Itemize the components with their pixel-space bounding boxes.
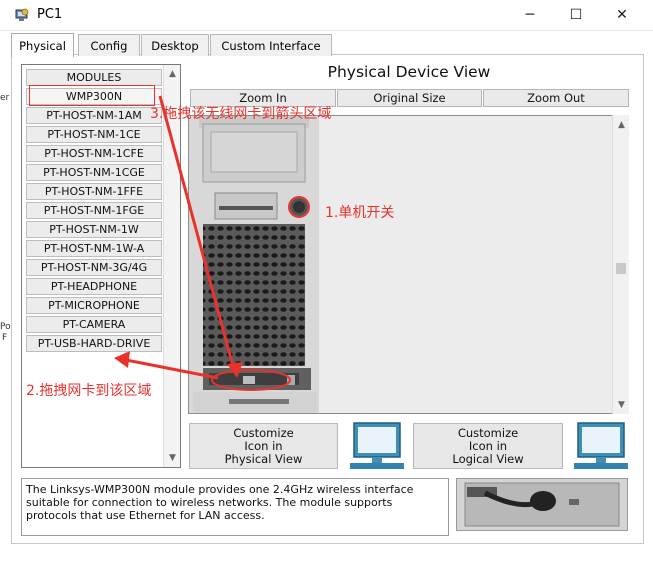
annotation-step2: 2.拖拽网卡到该区域 (26, 383, 152, 399)
annotation-arrows (114, 95, 243, 380)
annotation-step1: 1.单机开关 (325, 205, 395, 221)
annotation-step3: 3.拖拽该无线网卡到箭头区域 (150, 106, 332, 122)
